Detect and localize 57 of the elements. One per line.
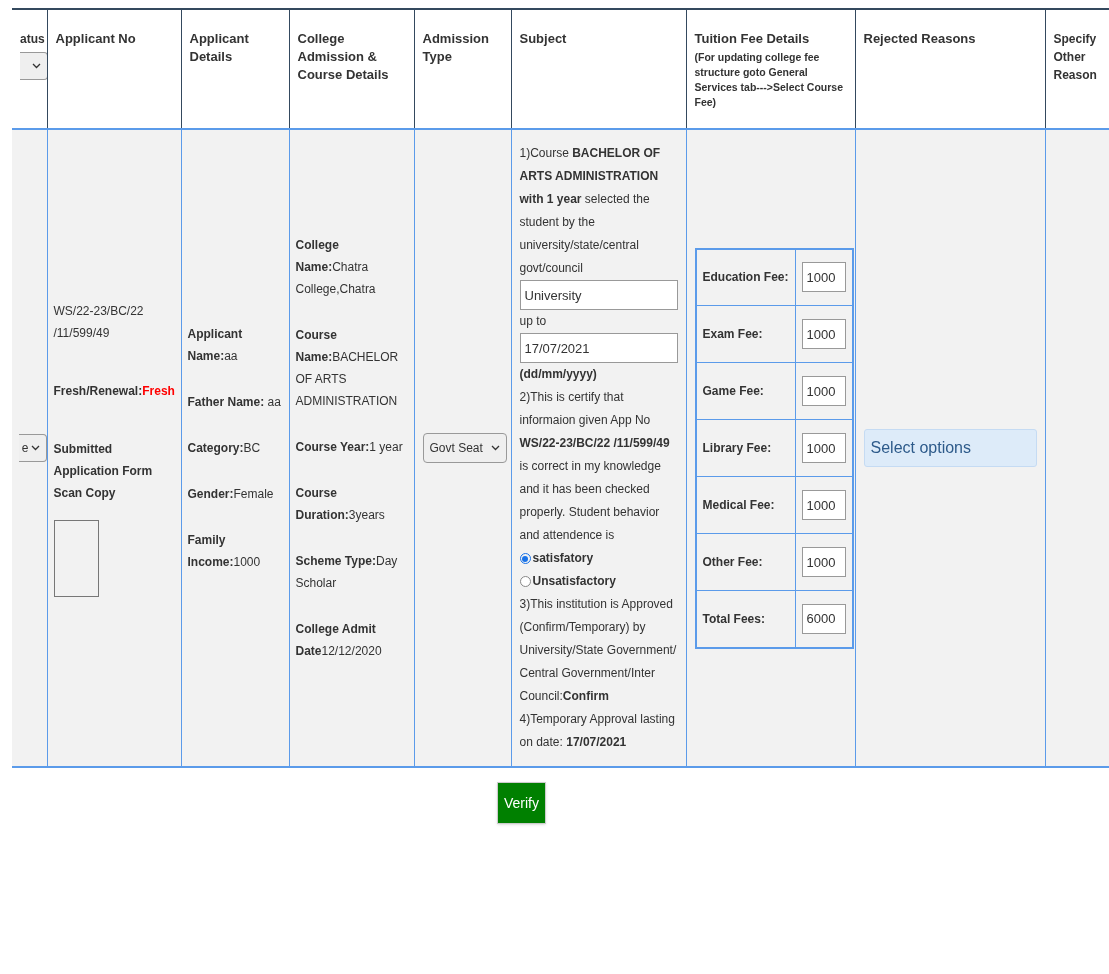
course-detail: College Admit Date12/12/2020 [295,621,383,660]
fee-field[interactable]: 1000 [801,262,846,293]
column-header: Tuition Fee Details [694,30,811,48]
course-detail: Course Year:1 year [295,439,404,456]
admission-type-select[interactable]: Govt Seat [422,433,507,463]
course-detail: Course Name:BACHELOR OF ARTS ADMINISTRATION [295,327,400,410]
declaration-text: Central Government/Inter Council:Confirm [519,665,656,705]
text-field[interactable]: 17/07/2021 [519,333,678,363]
fee-field[interactable]: 1000 [801,490,846,520]
column-header: Rejected Reasons [863,30,977,48]
text-field[interactable]: University [519,280,678,310]
fee-label: Exam Fee: [702,327,763,341]
declaration-text: 4)Temporary Approval lasting on date: 17/07/2021 [519,711,676,751]
course-detail: Course Duration:3years [295,485,386,524]
rejected-reasons-select[interactable]: Select options [863,429,1037,467]
declaration-text: 3)This institution is Approved (Confirm/Temporary) by University/State Government/ [519,596,678,659]
radio-label: Unsatisfactory [532,573,616,590]
chevron-down-icon [30,445,40,451]
fee-label: Game Fee: [702,384,764,398]
course-detail: College Name:Chatra College,Chatra [295,237,377,298]
fee-label: Medical Fee: [702,498,775,512]
scan-copy-label: Submitted Application Form Scan Copy [53,440,154,502]
status-filter-select[interactable] [20,52,48,80]
chevron-down-icon [490,445,500,451]
applicant-detail: Gender:Female [187,486,275,503]
column-header: atus [20,31,43,48]
applicant-detail: Applicant Name:aa [187,326,244,365]
applicant-detail: Father Name: aa [187,394,282,411]
column-header: Specify Other Reason [1053,31,1098,84]
course-detail: Scheme Type:Day Scholar [295,553,399,592]
declaration-text: up to [519,313,548,330]
date-format-hint: (dd/mm/yyyy) [519,366,598,383]
fee-field[interactable]: 6000 [801,603,846,634]
column-header: Applicant Details [189,30,250,66]
chevron-down-icon [32,63,41,69]
fresh-renewal-text: Fresh/Renewal:Fresh [53,382,175,400]
applicant-detail: Category:BC [187,440,262,457]
radio-label: satisfatory [532,550,594,567]
applicant-detail: Family Income:1000 [187,532,262,571]
applicant-number: WS/22-23/BC/22 /11/599/49 [53,302,145,342]
fee-field[interactable]: 1000 [801,319,846,349]
fee-field[interactable]: 1000 [801,376,846,406]
radio-button[interactable] [519,576,531,587]
fee-label: Library Fee: [702,441,772,455]
declaration-text: 1)Course BACHELOR OF ARTS ADMINISTRATION with 1 year selected the student by the university/state/central govt/council [519,145,662,277]
fee-label: Total Fees: [702,611,765,626]
column-header: Admission Type [422,30,490,66]
column-header: Subject [519,30,568,48]
status-select[interactable]: e [18,434,47,462]
verify-button[interactable]: Verify [497,782,546,824]
column-header-note: (For updating college fee structure goto General Services tab--->Select Course Fee) [694,50,845,110]
fee-label: Other Fee: [702,555,763,569]
column-header: College Admission & Course Details [297,30,390,84]
fee-field[interactable]: 1000 [801,433,846,463]
fee-label: Education Fee: [702,270,789,285]
fee-field[interactable]: 1000 [801,547,846,577]
column-header: Applicant No [55,30,137,48]
